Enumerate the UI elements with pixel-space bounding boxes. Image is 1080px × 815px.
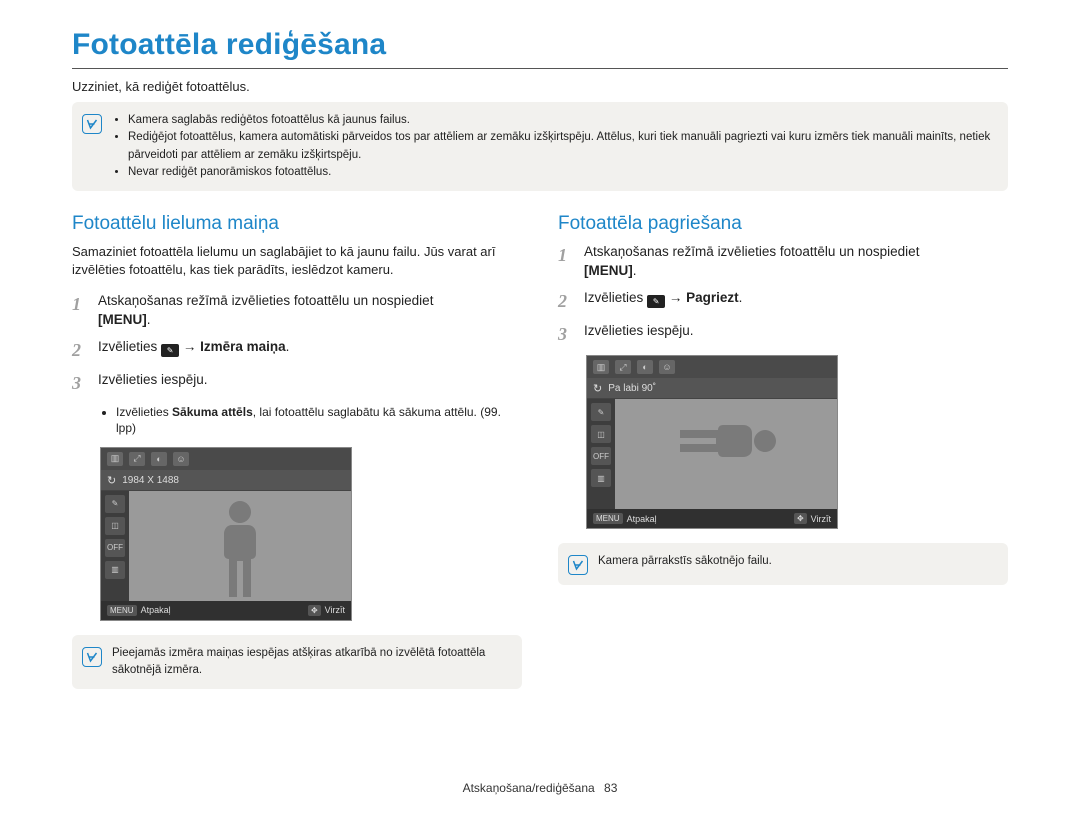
side-icon: ▥ bbox=[105, 561, 125, 579]
back-label: Atpakaļ bbox=[627, 514, 657, 524]
step-number: 2 bbox=[558, 289, 574, 314]
step-number: 1 bbox=[558, 243, 574, 281]
note-text: Pieejamās izmēra maiņas iespējas atšķira… bbox=[112, 645, 508, 680]
toolbar-icon: ☺ bbox=[659, 360, 675, 374]
toolbar-icon: ⤢ bbox=[615, 360, 631, 374]
dpad-icon: ✥ bbox=[794, 513, 807, 524]
page-number: 83 bbox=[604, 781, 617, 795]
top-note-box: Kamera saglabās rediģētos fotoattēlus kā… bbox=[72, 102, 1008, 191]
screen-resolution-label: 1984 X 1488 bbox=[122, 475, 179, 486]
step-3: 3 Izvēlieties iespēju. bbox=[558, 322, 1008, 347]
note-icon bbox=[82, 114, 102, 134]
side-icon: ▥ bbox=[591, 469, 611, 487]
page-footer: Atskaņošana/rediģēšana 83 bbox=[0, 781, 1080, 795]
step-action: → Pagriezt bbox=[669, 290, 739, 305]
back-label: Atpakaļ bbox=[141, 605, 171, 615]
step-1: 1 Atskaņošanas režīmā izvēlieties fotoat… bbox=[72, 292, 522, 330]
step-number: 3 bbox=[72, 371, 88, 396]
scroll-label: Virzīt bbox=[811, 514, 831, 524]
edit-mode-icon: ✎ bbox=[161, 344, 179, 357]
step-1: 1 Atskaņošanas režīmā izvēlieties fotoat… bbox=[558, 243, 1008, 281]
step-text: Izvēlieties iespēju. bbox=[584, 322, 694, 347]
step-action: → Izmēra maiņa bbox=[183, 339, 286, 354]
section-intro: Samaziniet fotoattēla lielumu un saglabā… bbox=[72, 243, 522, 278]
camera-screen-resize: ▥ ⤢ ◐ ☺ ↻ 1984 X 1488 ✎ ◫ OFF ▥ bbox=[100, 447, 352, 621]
camera-screen-rotate: ▥ ⤢ ◐ ☺ ↻ Pa labi 90˚ ✎ ◫ OFF ▥ bbox=[586, 355, 838, 529]
step-number: 3 bbox=[558, 322, 574, 347]
preview-area bbox=[615, 399, 837, 509]
top-note-item: Rediģējot fotoattēlus, kamera automātisk… bbox=[128, 129, 994, 164]
menu-tag-icon: MENU bbox=[593, 513, 623, 524]
note-text: Kamera pārrakstīs sākotnējo failu. bbox=[598, 553, 772, 570]
dpad-icon: ✥ bbox=[308, 605, 321, 616]
screen-rotation-label: Pa labi 90˚ bbox=[608, 383, 656, 394]
step-text: Izvēlieties bbox=[98, 339, 157, 354]
toolbar-icon: ◐ bbox=[637, 360, 653, 374]
side-icon: OFF bbox=[105, 539, 125, 557]
page-title: Fotoattēla rediģēšana bbox=[72, 28, 1008, 62]
step-text: Atskaņošanas režīmā izvēlieties fotoattē… bbox=[584, 244, 919, 259]
step-text: Atskaņošanas režīmā izvēlieties fotoattē… bbox=[98, 293, 433, 308]
side-icon: ✎ bbox=[591, 403, 611, 421]
toolbar-icon: ☺ bbox=[173, 452, 189, 466]
note-icon bbox=[82, 647, 102, 667]
menu-tag-icon: MENU bbox=[107, 605, 137, 616]
scroll-label: Virzīt bbox=[325, 605, 345, 615]
toolbar-icon: ⤢ bbox=[129, 452, 145, 466]
note-icon bbox=[568, 555, 588, 575]
toolbar-icon: ▥ bbox=[593, 360, 609, 374]
preview-area bbox=[129, 491, 351, 601]
section-heading-resize: Fotoattēlu lieluma maiņa bbox=[72, 213, 522, 235]
intro-text: Uzziniet, kā rediģēt fotoattēlus. bbox=[72, 79, 1008, 94]
title-divider bbox=[72, 68, 1008, 69]
menu-label: [MENU] bbox=[584, 263, 633, 278]
step-number: 2 bbox=[72, 338, 88, 363]
rotate-left-icon: ↻ bbox=[107, 474, 116, 487]
side-icon: OFF bbox=[591, 447, 611, 465]
sub-bullet-item: Izvēlieties Sākuma attēls, lai fotoattēl… bbox=[116, 404, 522, 436]
top-note-item: Nevar rediģēt panorāmiskos fotoattēlus. bbox=[128, 164, 994, 181]
right-bottom-note: Kamera pārrakstīs sākotnējo failu. bbox=[558, 543, 1008, 585]
step-text: Izvēlieties iespēju. bbox=[98, 371, 208, 396]
side-icon: ◫ bbox=[105, 517, 125, 535]
step-number: 1 bbox=[72, 292, 88, 330]
side-icon: ◫ bbox=[591, 425, 611, 443]
right-column: Fotoattēla pagriešana 1 Atskaņošanas rež… bbox=[558, 213, 1008, 703]
section-heading-rotate: Fotoattēla pagriešana bbox=[558, 213, 1008, 235]
side-icon: ✎ bbox=[105, 495, 125, 513]
step-text: Izvēlieties bbox=[584, 290, 643, 305]
rotate-left-icon: ↻ bbox=[593, 382, 602, 395]
menu-label: [MENU] bbox=[98, 312, 147, 327]
top-note-item: Kamera saglabās rediģētos fotoattēlus kā… bbox=[128, 112, 994, 129]
toolbar-icon: ▥ bbox=[107, 452, 123, 466]
left-bottom-note: Pieejamās izmēra maiņas iespējas atšķira… bbox=[72, 635, 522, 690]
edit-mode-icon: ✎ bbox=[647, 295, 665, 308]
step-3: 3 Izvēlieties iespēju. bbox=[72, 371, 522, 396]
step-2: 2 Izvēlieties ✎ → Izmēra maiņa. bbox=[72, 338, 522, 363]
footer-section: Atskaņošana/rediģēšana bbox=[463, 781, 595, 795]
toolbar-icon: ◐ bbox=[151, 452, 167, 466]
step-2: 2 Izvēlieties ✎ → Pagriezt. bbox=[558, 289, 1008, 314]
left-column: Fotoattēlu lieluma maiņa Samaziniet foto… bbox=[72, 213, 522, 703]
